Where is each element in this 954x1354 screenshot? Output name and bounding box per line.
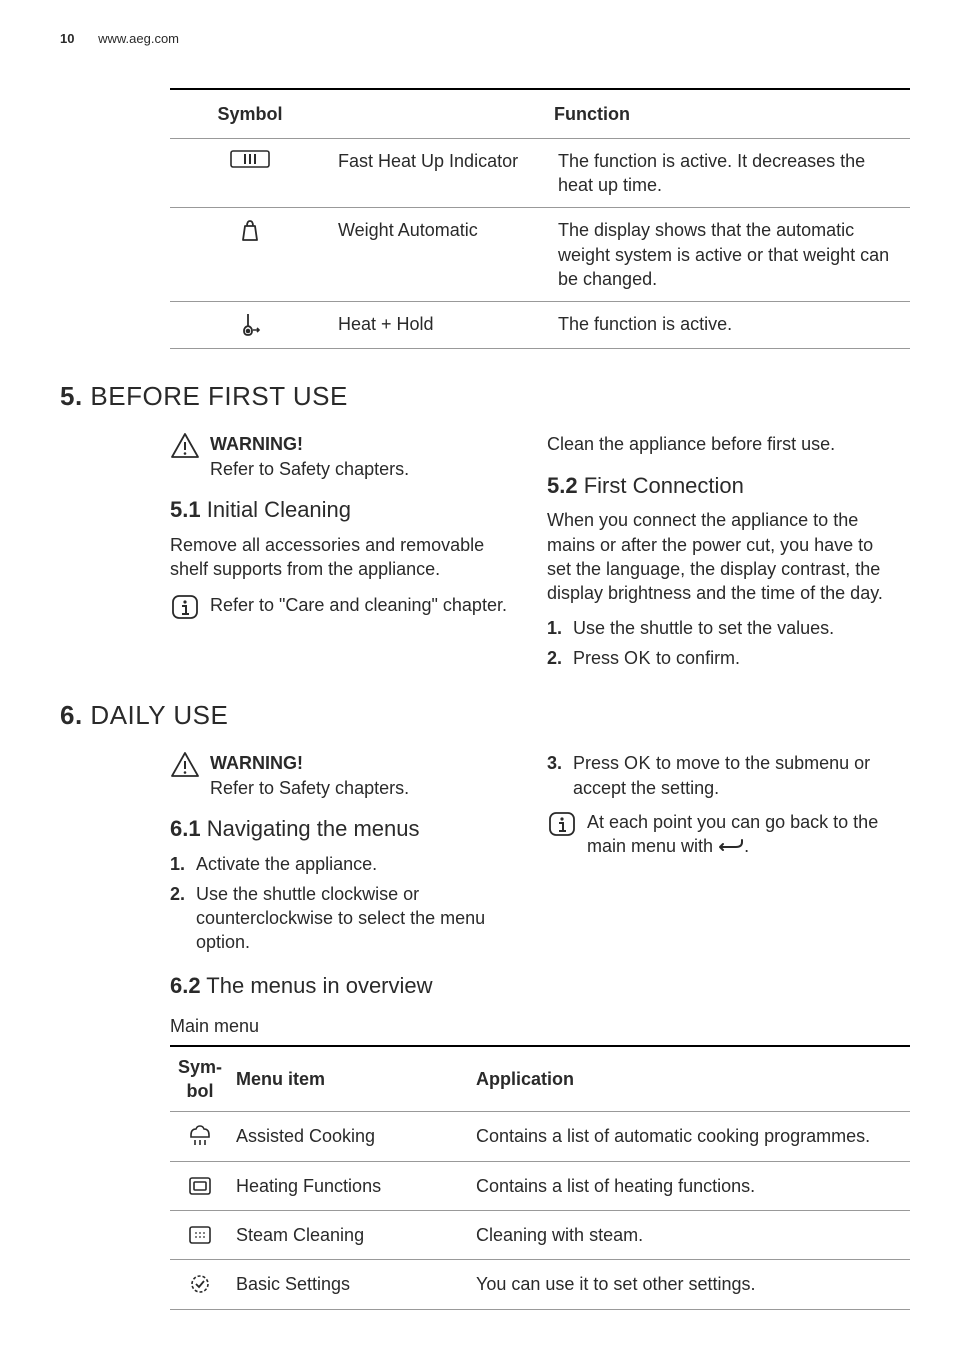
warning-title: WARNING! [210,432,517,456]
warning-text: Refer to Safety chapters. [210,459,409,479]
page-number: 10 [60,31,74,46]
heating-functions-icon [176,1175,224,1197]
section-6-number: 6. [60,700,83,730]
ok-label: OK [624,648,651,668]
table-cell-name: Fast Heat Up Indicator [330,138,550,208]
step-item: Press OK to confirm. [547,646,894,670]
table-cell-desc: You can use it to set other settings. [470,1260,910,1309]
subsection-5-2-pretext: Clean the appliance before first use. [547,432,894,456]
table-row: Steam Cleaning Cleaning with steam. [170,1210,910,1259]
subsection-6-1-steps: Activate the appliance. Use the shuttle … [170,852,517,955]
section-6-heading: 6. DAILY USE [60,698,894,733]
info-callout: At each point you can go back to the mai… [547,810,894,859]
info-callout: Refer to "Care and cleaning" chapter. [170,593,517,621]
table-header-application: Application [470,1046,910,1112]
table-cell-desc: Cleaning with steam. [470,1210,910,1259]
page-header: 10 www.aeg.com [60,30,894,48]
info-text: Refer to "Care and cleaning" chapter. [210,593,517,617]
page-url: www.aeg.com [98,31,179,46]
subsection-5-2-steps: Use the shuttle to set the values. Press… [547,616,894,671]
subsection-6-1-steps-continued: Press OK to move to the submenu or accep… [547,751,894,800]
subsection-5-2-body: When you connect the appliance to the ma… [547,508,894,605]
table-row: Weight Automatic The display shows that … [170,208,910,302]
table-row: Assisted Cooking Contains a list of auto… [170,1112,910,1161]
table-row: Heating Functions Contains a list of hea… [170,1161,910,1210]
table-row: Heat + Hold The function is active. [170,302,910,349]
subsection-5-2-title: First Connection [578,473,744,498]
warning-text: Refer to Safety chapters. [210,778,409,798]
fast-heat-up-icon [178,149,322,169]
table-header-symbol: Sym­bol [170,1046,230,1112]
section-6-title: DAILY USE [83,700,229,730]
table-row: Fast Heat Up Indicator The function is a… [170,138,910,208]
table-cell-desc: The display shows that the automatic wei… [550,208,910,302]
subsection-5-1-body: Remove all accessories and removable she… [170,533,517,582]
table-cell-desc: The function is active. It decreases the… [550,138,910,208]
table-header-symbol: Symbol [170,89,330,139]
subsection-5-2-number: 5.2 [547,473,578,498]
table-cell-desc: The function is active. [550,302,910,349]
table-row: Basic Settings You can use it to set oth… [170,1260,910,1309]
subsection-6-1-number: 6.1 [170,816,201,841]
subsection-6-2-title: The menus in overview [201,973,433,998]
section-5-heading: 5. BEFORE FIRST USE [60,379,894,414]
table-cell-name: Heating Functions [230,1161,470,1210]
subsection-6-2-heading: 6.2 The menus in overview [170,971,517,1001]
table-cell-name: Assisted Cooking [230,1112,470,1161]
ok-label: OK [624,753,651,773]
step-item: Use the shuttle clockwise or countercloc… [170,882,517,955]
subsection-6-1-title: Navigating the menus [201,816,420,841]
subsection-5-2-heading: 5.2 First Connection [547,471,894,501]
step-item: Use the shuttle to set the values. [547,616,894,640]
step-item: Press OK to move to the submenu or accep… [547,751,894,800]
table-header-blank [330,89,550,139]
weight-automatic-icon [178,218,322,242]
main-menu-label: Main menu [170,1014,894,1038]
subsection-5-1-heading: 5.1 Initial Cleaning [170,495,517,525]
info-icon [170,593,200,621]
step-item: Activate the appliance. [170,852,517,876]
heat-hold-icon [178,312,322,338]
basic-settings-icon [176,1273,224,1295]
section-5-number: 5. [60,381,83,411]
assisted-cooking-icon [176,1125,224,1147]
table-cell-name: Weight Automatic [330,208,550,302]
subsection-6-2-number: 6.2 [170,973,201,998]
table-cell-name: Basic Settings [230,1260,470,1309]
warning-callout: WARNING! Refer to Safety chapters. [170,432,517,481]
steam-cleaning-icon [176,1224,224,1246]
info-text: At each point you can go back to the mai… [587,810,894,859]
warning-title: WARNING! [210,751,517,775]
table-cell-desc: Contains a list of automatic cooking pro… [470,1112,910,1161]
warning-icon [170,432,200,460]
subsection-5-1-title: Initial Cleaning [201,497,351,522]
table-header-menu: Menu item [230,1046,470,1112]
warning-callout: WARNING! Refer to Safety chapters. [170,751,517,800]
table-header-function: Function [550,89,910,139]
subsection-5-1-number: 5.1 [170,497,201,522]
table-cell-name: Steam Cleaning [230,1210,470,1259]
symbol-function-table: Symbol Function Fast Heat Up Indicator T… [170,88,910,350]
warning-icon [170,751,200,779]
section-5-title: BEFORE FIRST USE [83,381,348,411]
table-cell-desc: Contains a list of heating functions. [470,1161,910,1210]
subsection-6-1-heading: 6.1 Navigating the menus [170,814,517,844]
info-icon [547,810,577,838]
back-arrow-icon [718,839,744,855]
main-menu-table: Sym­bol Menu item Application Assisted C… [170,1045,910,1310]
table-cell-name: Heat + Hold [330,302,550,349]
